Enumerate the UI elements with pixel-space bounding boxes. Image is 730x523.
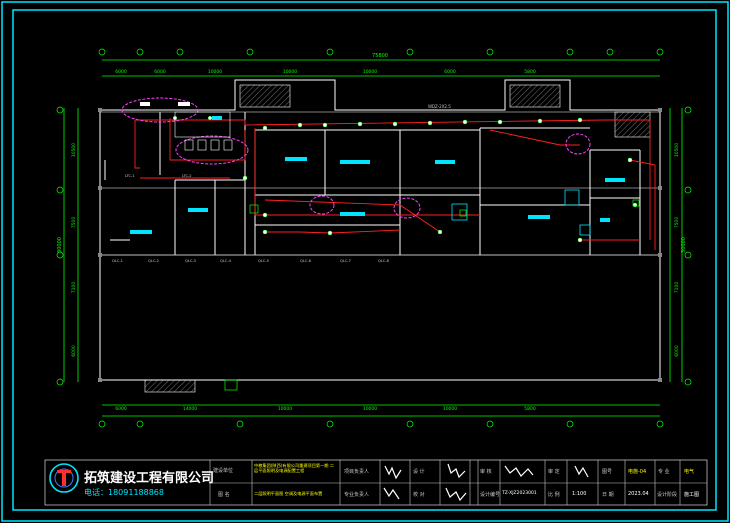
door-label: QLC-3 [185, 259, 196, 263]
dimension-top-segment: 5800 [524, 69, 536, 75]
role-project-lead: 项目负责人 [344, 469, 370, 475]
dimension-bottom-segment: 10000 [363, 406, 377, 412]
panel-label: LTC-1 [125, 174, 135, 178]
sheet-no: 电施-04 [628, 469, 647, 475]
stage-value: 施工图 [684, 492, 700, 498]
dimension-bottom-segment: 10000 [443, 406, 457, 412]
dimension-top-total: 75800 [372, 53, 388, 59]
dimension-top-segment: 6000 [115, 69, 127, 75]
dimension-bottom-segment: 5800 [524, 406, 536, 412]
role-approve: 审 定 [548, 469, 560, 475]
dimension-right-segment: 7500 [674, 217, 680, 229]
company-name: 拓筑建设工程有限公司 [84, 471, 215, 486]
stair-block-3 [614, 111, 651, 138]
role-design: 设 计 [413, 469, 425, 475]
wiring-spec-label: WDZ-2X2.5 [428, 104, 451, 109]
date-value: 2023.04 [628, 491, 649, 497]
door-label: QLC-1 [112, 259, 123, 263]
stair-block-2 [509, 84, 561, 108]
door-label: QLC-2 [148, 259, 159, 263]
dimension-top-segment: 6000 [154, 69, 166, 75]
dimension-right-total: 30000 [681, 237, 687, 253]
door-label: QLC-5 [258, 259, 269, 263]
cad-drawing-canvas: 6000 6000 10000 10000 10000 6000 5800 75800 60… [0, 0, 730, 523]
dimension-top-segment: 6000 [444, 69, 456, 75]
dimension-top-segment: 10000 [363, 69, 377, 75]
dimension-left-segment: 10500 [71, 143, 77, 157]
date-label: 日 期 [602, 492, 614, 498]
sheet-label: 图号 [602, 469, 613, 475]
dimension-right-segment: 7100 [674, 282, 680, 294]
dimension-bottom-segment: 14000 [183, 406, 197, 412]
project-label: 建设单位 [213, 468, 234, 474]
role-review: 审 核 [480, 469, 492, 475]
dimension-bottom-segment: 10000 [278, 406, 292, 412]
design-no-label: 设计编号 [480, 492, 501, 498]
discipline-value: 电气 [684, 469, 695, 475]
door-label: QLC-4 [220, 259, 232, 263]
dimension-top-segment: 10000 [283, 69, 297, 75]
dimension-top-segment: 10000 [208, 69, 222, 75]
panel-label: LTC-2 [182, 174, 192, 178]
door-label: QLC-6 [300, 259, 312, 263]
door-label: QLC-8 [378, 259, 390, 263]
discipline-label: 专 业 [658, 469, 670, 475]
stair-block-1 [239, 84, 291, 108]
dimension-left-segment: 6000 [71, 345, 77, 357]
drawing-name: 二层照明平面图 空调及电源平面布置 [254, 491, 323, 496]
dimension-right-segment: 10500 [674, 143, 680, 157]
stair-block-4 [144, 379, 196, 393]
stage-label: 设计阶段 [657, 492, 678, 498]
project-name: 中粮集团(陕西)有限公司重建项目第一期 二层平面照明及电源配置工程 [254, 463, 334, 473]
drawing-label: 图 名 [218, 492, 230, 498]
dimension-left-segment: 7500 [71, 217, 77, 229]
role-check: 校 对 [413, 492, 425, 498]
scale-label: 比 例 [548, 492, 560, 498]
dimension-left-segment: 7100 [71, 282, 77, 294]
dimension-left-total: 30000 [57, 237, 63, 253]
company-phone: 电话：18091188868 [84, 488, 164, 497]
dimension-right-segment: 6000 [674, 345, 680, 357]
scale-value: 1:100 [572, 491, 587, 497]
role-discipline-lead: 专业负责人 [344, 492, 370, 498]
dimension-bottom-segment: 6000 [115, 406, 127, 412]
design-no: TZ-XJZ2023001 [502, 491, 537, 496]
door-label: QLC-7 [340, 259, 351, 263]
